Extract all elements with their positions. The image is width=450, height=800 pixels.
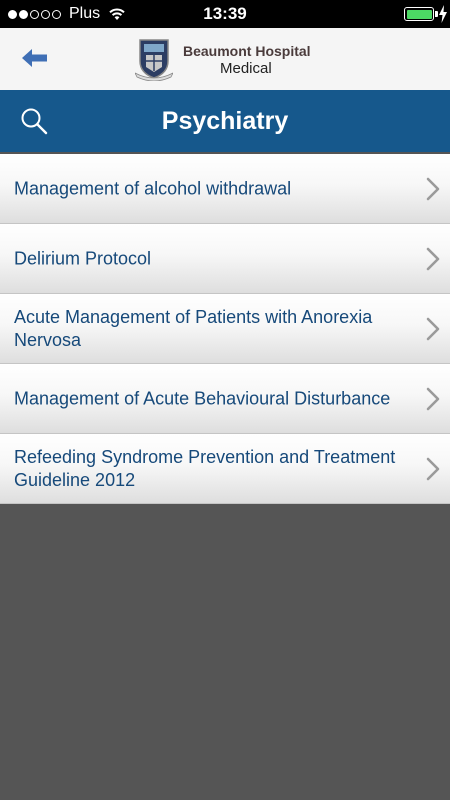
protocol-list: Management of alcohol withdrawal Deliriu…	[0, 154, 450, 504]
status-bar: Plus 13:39	[0, 0, 450, 28]
battery-tip	[435, 11, 438, 17]
hospital-crest-logo	[135, 39, 173, 81]
app-header: Beaumont Hospital Medical	[0, 28, 450, 90]
list-item[interactable]: Management of alcohol withdrawal	[0, 154, 450, 224]
back-arrow-icon[interactable]	[22, 48, 48, 68]
chevron-right-icon	[426, 247, 440, 270]
battery-fill	[406, 9, 432, 19]
list-item-label: Acute Management of Patients with Anorex…	[14, 306, 373, 350]
list-item-label: Management of alcohol withdrawal	[14, 178, 292, 198]
list-item[interactable]: Management of Acute Behavioural Disturba…	[0, 364, 450, 434]
battery-icon	[404, 7, 434, 21]
status-time: 13:39	[203, 4, 247, 23]
chevron-right-icon	[426, 177, 440, 200]
list-item-label: Refeeding Syndrome Prevention and Treatm…	[14, 446, 396, 490]
list-item-label: Management of Acute Behavioural Disturba…	[14, 388, 391, 408]
title-bar: Psychiatry	[0, 90, 450, 152]
list-item-label: Delirium Protocol	[14, 248, 152, 268]
chevron-right-icon	[426, 387, 440, 410]
chevron-right-icon	[426, 317, 440, 340]
list-item[interactable]: Delirium Protocol	[0, 224, 450, 294]
chevron-right-icon	[426, 457, 440, 480]
hospital-subtitle: Medical	[220, 60, 272, 77]
hospital-name: Beaumont Hospital	[183, 43, 311, 59]
list-item[interactable]: Acute Management of Patients with Anorex…	[0, 294, 450, 364]
list-item[interactable]: Refeeding Syndrome Prevention and Treatm…	[0, 434, 450, 504]
page-title: Psychiatry	[161, 107, 289, 135]
charging-bolt-icon	[439, 5, 447, 23]
